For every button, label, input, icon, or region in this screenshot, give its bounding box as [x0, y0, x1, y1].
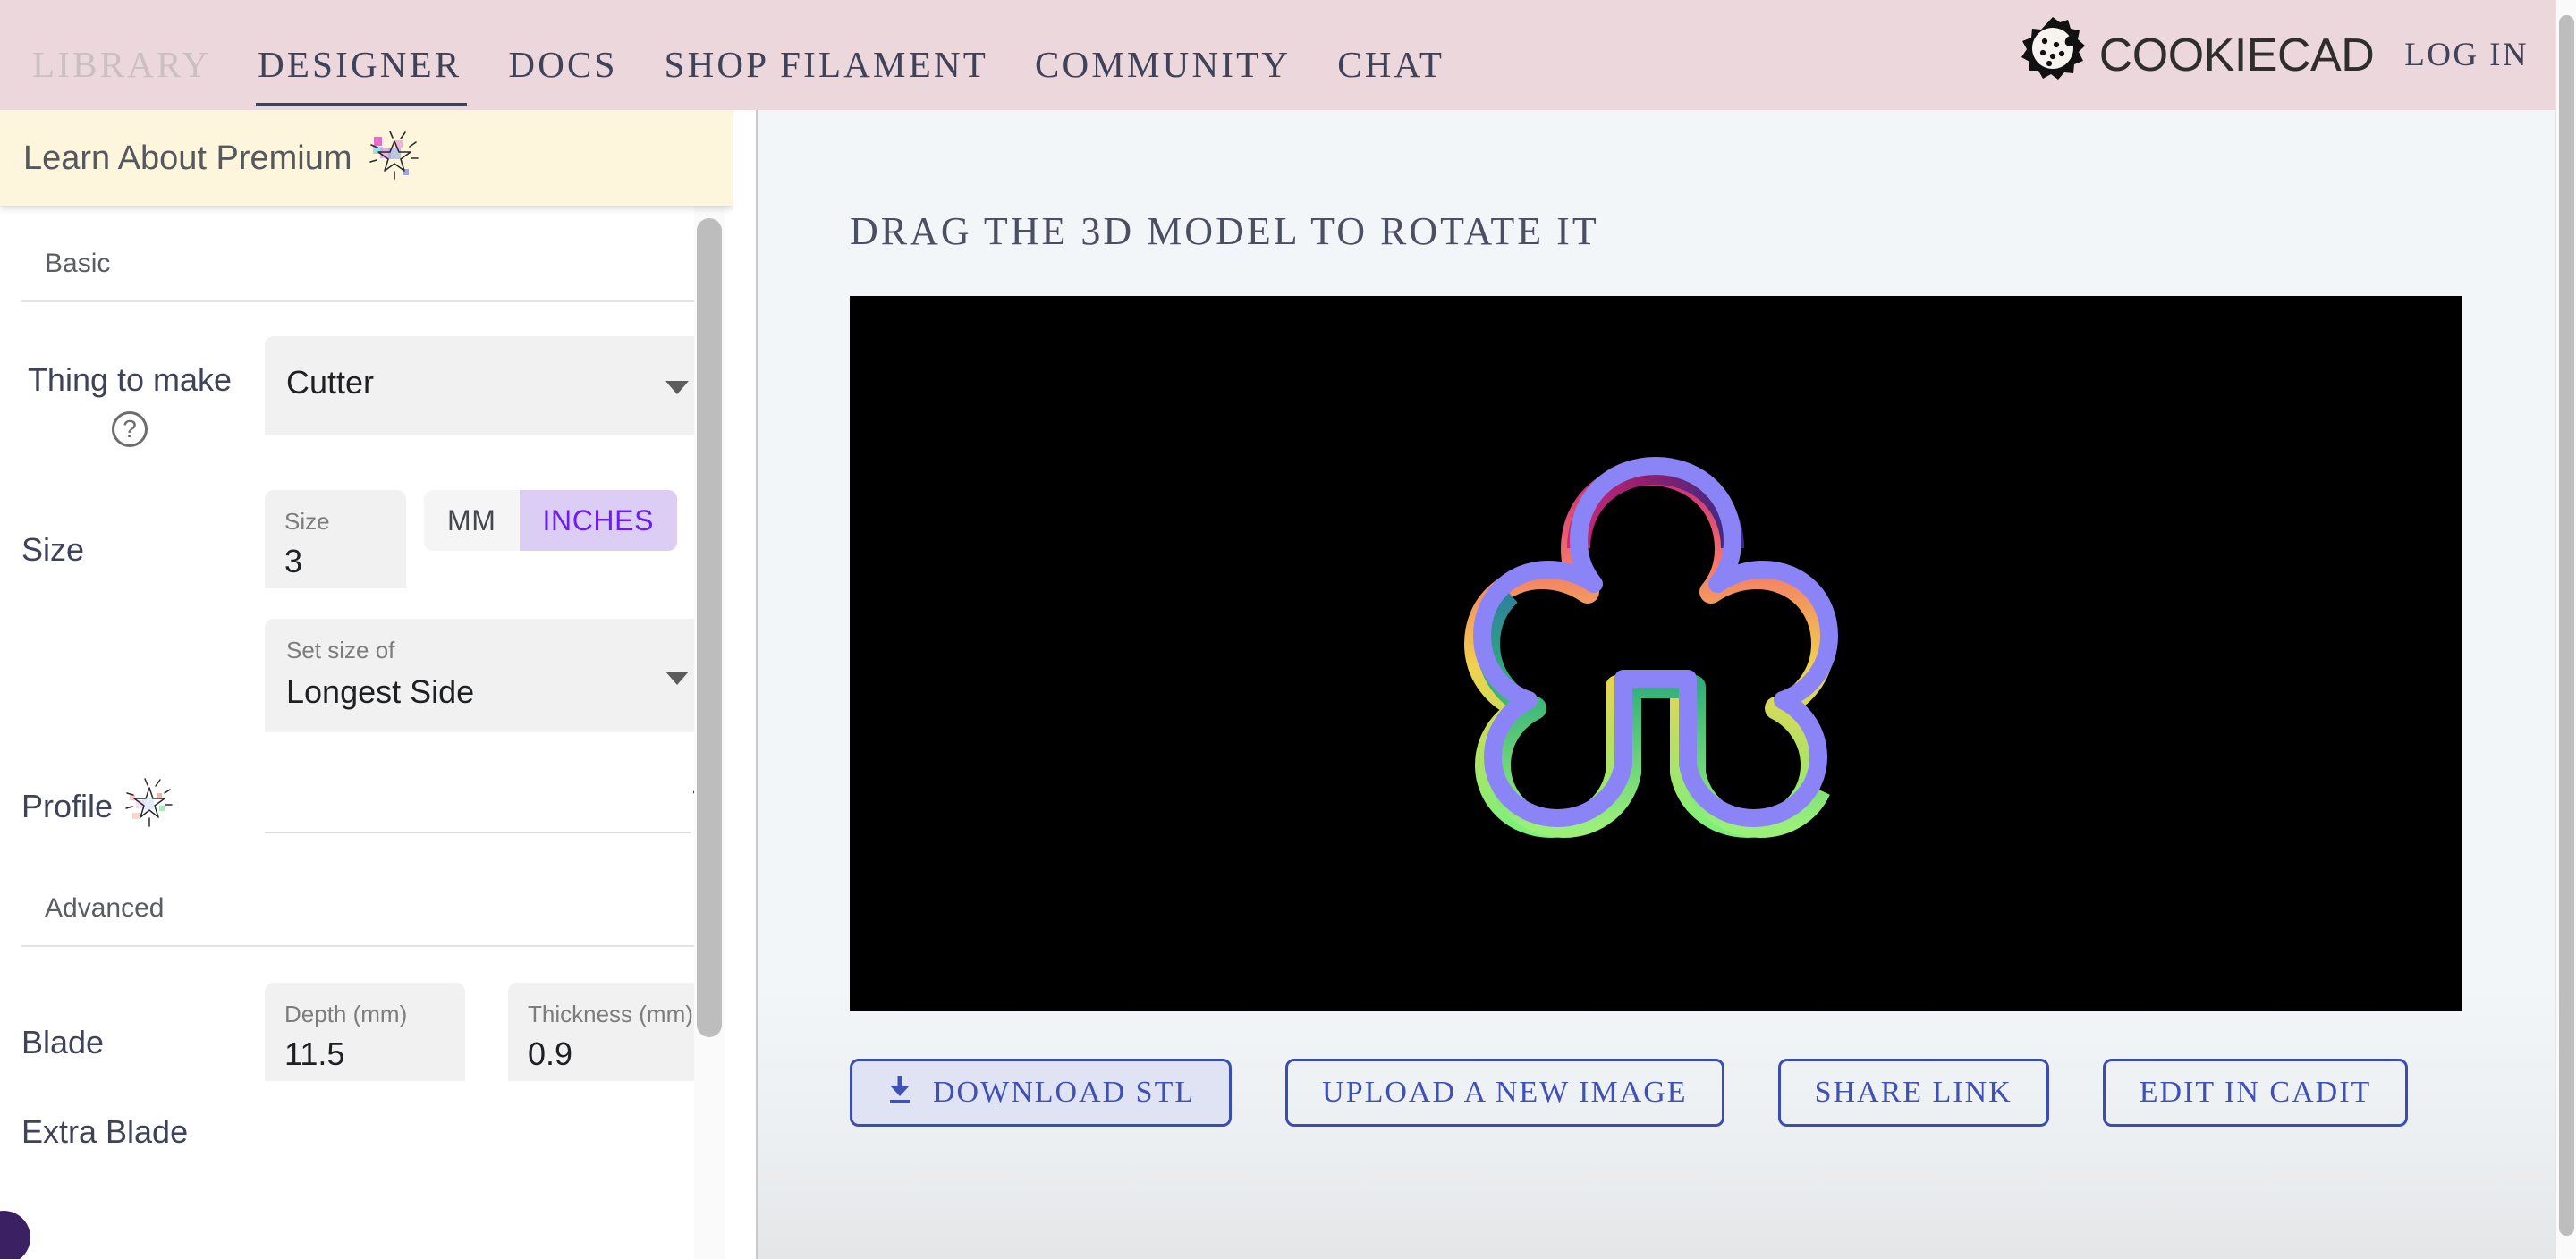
- thing-to-make-label-group: Thing to make ?: [21, 336, 265, 447]
- settings-sidebar: Learn About Premium: [0, 110, 733, 1259]
- row-profile: Profile: [0, 732, 733, 840]
- row-blade: Blade Depth (mm) 11.5 Thickness (mm) 0.9: [0, 947, 733, 1081]
- section-label-advanced: Advanced: [0, 840, 733, 945]
- brand-name: COOKIECAD: [2099, 32, 2375, 79]
- site-header: LIBRARY DESIGNER DOCS SHOP FILAMENT COMM…: [0, 0, 2555, 110]
- thing-to-make-value: Cutter: [286, 363, 687, 399]
- help-icon[interactable]: ?: [112, 411, 148, 447]
- size-input[interactable]: Size 3: [265, 490, 406, 588]
- edit-in-cadit-button[interactable]: EDIT IN CADIT: [2103, 1059, 2409, 1127]
- premium-banner-label: Learn About Premium: [23, 141, 352, 175]
- size-input-value: 3: [284, 545, 388, 578]
- unit-button-mm[interactable]: MM: [424, 490, 520, 551]
- nav-item-community[interactable]: COMMUNITY: [1012, 46, 1314, 83]
- blade-depth-input[interactable]: Depth (mm) 11.5: [265, 983, 465, 1081]
- set-size-of-value: Longest Side: [286, 672, 687, 708]
- chevron-down-icon: [665, 381, 689, 394]
- settings-panel-body: Basic Thing to make ? Cutter Size: [0, 206, 733, 1151]
- profile-label-group: Profile: [21, 777, 265, 837]
- blade-thickness-input[interactable]: Thickness (mm) 0.9: [508, 983, 712, 1081]
- nav-item-designer[interactable]: DESIGNER: [234, 46, 485, 83]
- thing-to-make-select[interactable]: Cutter: [265, 336, 712, 435]
- login-button[interactable]: LOG IN: [2404, 36, 2529, 74]
- page-scrollbar-thumb[interactable]: [2559, 15, 2574, 1236]
- sidebar-divider: [756, 110, 758, 1259]
- main-navigation: LIBRARY DESIGNER DOCS SHOP FILAMENT COMM…: [0, 0, 1468, 110]
- unit-toggle: MM INCHES: [424, 490, 677, 551]
- set-size-of-select[interactable]: Set size of Longest Side: [265, 619, 712, 732]
- download-icon: [886, 1074, 913, 1112]
- main-content: DRAG THE 3D MODEL TO ROTATE IT: [758, 110, 2555, 1259]
- header-right-group: COOKIECAD LOG IN: [2017, 14, 2555, 96]
- blade-thickness-value: 0.9: [528, 1038, 694, 1070]
- profile-label: Profile: [21, 788, 113, 825]
- learn-about-premium-banner[interactable]: Learn About Premium: [0, 110, 733, 206]
- nav-item-library[interactable]: LIBRARY: [9, 46, 234, 83]
- blade-thickness-label: Thickness (mm): [528, 1002, 694, 1026]
- nav-item-chat[interactable]: CHAT: [1314, 46, 1468, 83]
- set-size-of-label: Set size of: [286, 638, 687, 662]
- row-size: Size Size 3 MM INCHES Set size of Longes…: [0, 447, 733, 732]
- section-label-basic: Basic: [0, 206, 733, 300]
- download-stl-button[interactable]: DOWNLOAD STL: [850, 1059, 1232, 1127]
- size-fields: Size 3 MM INCHES Set size of Longest Sid…: [265, 490, 733, 732]
- page-scrollbar-track[interactable]: [2555, 0, 2576, 1259]
- blade-depth-value: 11.5: [284, 1038, 447, 1070]
- row-thing-to-make: Thing to make ? Cutter: [0, 302, 733, 447]
- thing-to-make-label: Thing to make: [21, 361, 265, 399]
- floating-action-button[interactable]: [0, 1211, 30, 1259]
- row-extra-blade: Extra Blade: [0, 1081, 733, 1151]
- share-link-button[interactable]: SHARE LINK: [1778, 1059, 2049, 1127]
- blade-depth-label: Depth (mm): [284, 1002, 447, 1026]
- sidebar-scrollbar-track[interactable]: [694, 206, 724, 1259]
- upload-new-image-button[interactable]: UPLOAD A NEW IMAGE: [1285, 1059, 1724, 1127]
- blade-fields: Depth (mm) 11.5 Thickness (mm) 0.9: [265, 983, 733, 1081]
- action-button-row: DOWNLOAD STL UPLOAD A NEW IMAGE SHARE LI…: [850, 1059, 2408, 1127]
- page-title: DRAG THE 3D MODEL TO ROTATE IT: [758, 110, 2555, 254]
- sparkle-star-icon: [125, 777, 174, 837]
- extra-blade-label: Extra Blade: [21, 1113, 265, 1151]
- download-stl-label: DOWNLOAD STL: [933, 1076, 1195, 1110]
- nav-item-shop-filament[interactable]: SHOP FILAMENT: [641, 46, 1012, 83]
- thing-to-make-fields: Cutter: [265, 336, 733, 435]
- nav-item-docs[interactable]: DOCS: [485, 46, 640, 83]
- blade-label: Blade: [21, 983, 265, 1061]
- chevron-down-icon: [665, 672, 689, 685]
- 3d-model-viewer[interactable]: [850, 296, 2462, 1011]
- gingerbread-man-model: [850, 296, 2462, 1011]
- size-label: Size: [21, 490, 265, 569]
- sparkle-star-icon: [369, 130, 420, 186]
- unit-button-inches[interactable]: INCHES: [520, 490, 678, 551]
- size-input-label: Size: [284, 510, 388, 533]
- profile-input[interactable]: [265, 780, 691, 833]
- brand-logo[interactable]: COOKIECAD: [2017, 14, 2375, 96]
- sidebar-scrollbar-thumb[interactable]: [697, 218, 722, 1037]
- cookiecad-gear-cookie-icon: [2017, 14, 2089, 96]
